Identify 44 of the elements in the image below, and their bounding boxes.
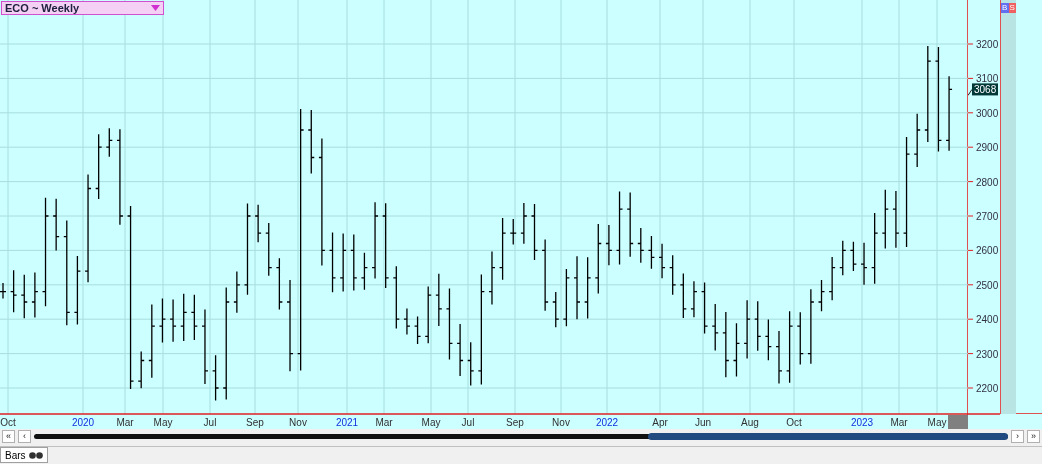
dropdown-caret-icon (151, 5, 160, 11)
x-axis-label: 2022 (595, 417, 619, 428)
scrollbar-thumb[interactable] (648, 433, 1008, 441)
y-axis-label: 2600 (976, 245, 999, 257)
x-axis-label: Sep (506, 417, 524, 428)
x-axis-label: Jul (461, 417, 475, 428)
x-axis-label: May (153, 417, 173, 428)
scroll-marker (948, 415, 968, 429)
x-axis-label: Mar (890, 417, 908, 428)
x-axis-label: Oct (0, 417, 16, 428)
scroll-button[interactable]: « (2, 430, 15, 444)
y-axis-label: 3200 (976, 39, 999, 50)
y-axis-label: 3000 (976, 107, 999, 119)
x-axis-label: 2020 (71, 417, 95, 428)
x-axis-label: Nov (289, 417, 307, 428)
x-axis-label: Mar (116, 417, 134, 428)
y-axis-label: 2700 (976, 211, 999, 222)
y-axis-label: 2800 (976, 176, 999, 188)
x-axis-label: 2021 (335, 417, 359, 428)
x-axis-label: Jun (694, 417, 712, 428)
x-axis-label: May (421, 417, 441, 428)
symbol-dropdown[interactable]: ECO ~ Weekly (1, 1, 164, 15)
x-axis-label: Sep (246, 417, 264, 428)
x-axis-label: 2023 (850, 417, 874, 428)
scrollbar-track[interactable] (34, 434, 1008, 440)
glasses-icon (28, 451, 43, 459)
side-button[interactable]: B (1001, 3, 1009, 13)
scroll-button[interactable]: ‹ (18, 430, 31, 444)
bars-tab[interactable]: Bars (0, 447, 48, 464)
y-axis-label: 2300 (976, 348, 999, 360)
y-axis-label: 2400 (976, 314, 999, 326)
x-axis-label: May (927, 417, 947, 428)
y-axis-label: 2200 (976, 383, 999, 394)
x-axis-label: Apr (652, 417, 668, 428)
x-axis-label: Oct (786, 417, 802, 428)
x-axis-label: Mar (375, 417, 393, 428)
y-axis-label: 2500 (976, 279, 999, 291)
x-axis-label: Jul (203, 417, 217, 428)
scroll-button[interactable]: » (1027, 430, 1040, 444)
y-axis-label: 3100 (976, 73, 999, 85)
scroll-button[interactable]: › (1011, 430, 1024, 444)
y-axis-label: 2900 (976, 142, 999, 154)
x-axis-label: Aug (741, 417, 759, 428)
x-axis-label: Nov (552, 417, 570, 428)
